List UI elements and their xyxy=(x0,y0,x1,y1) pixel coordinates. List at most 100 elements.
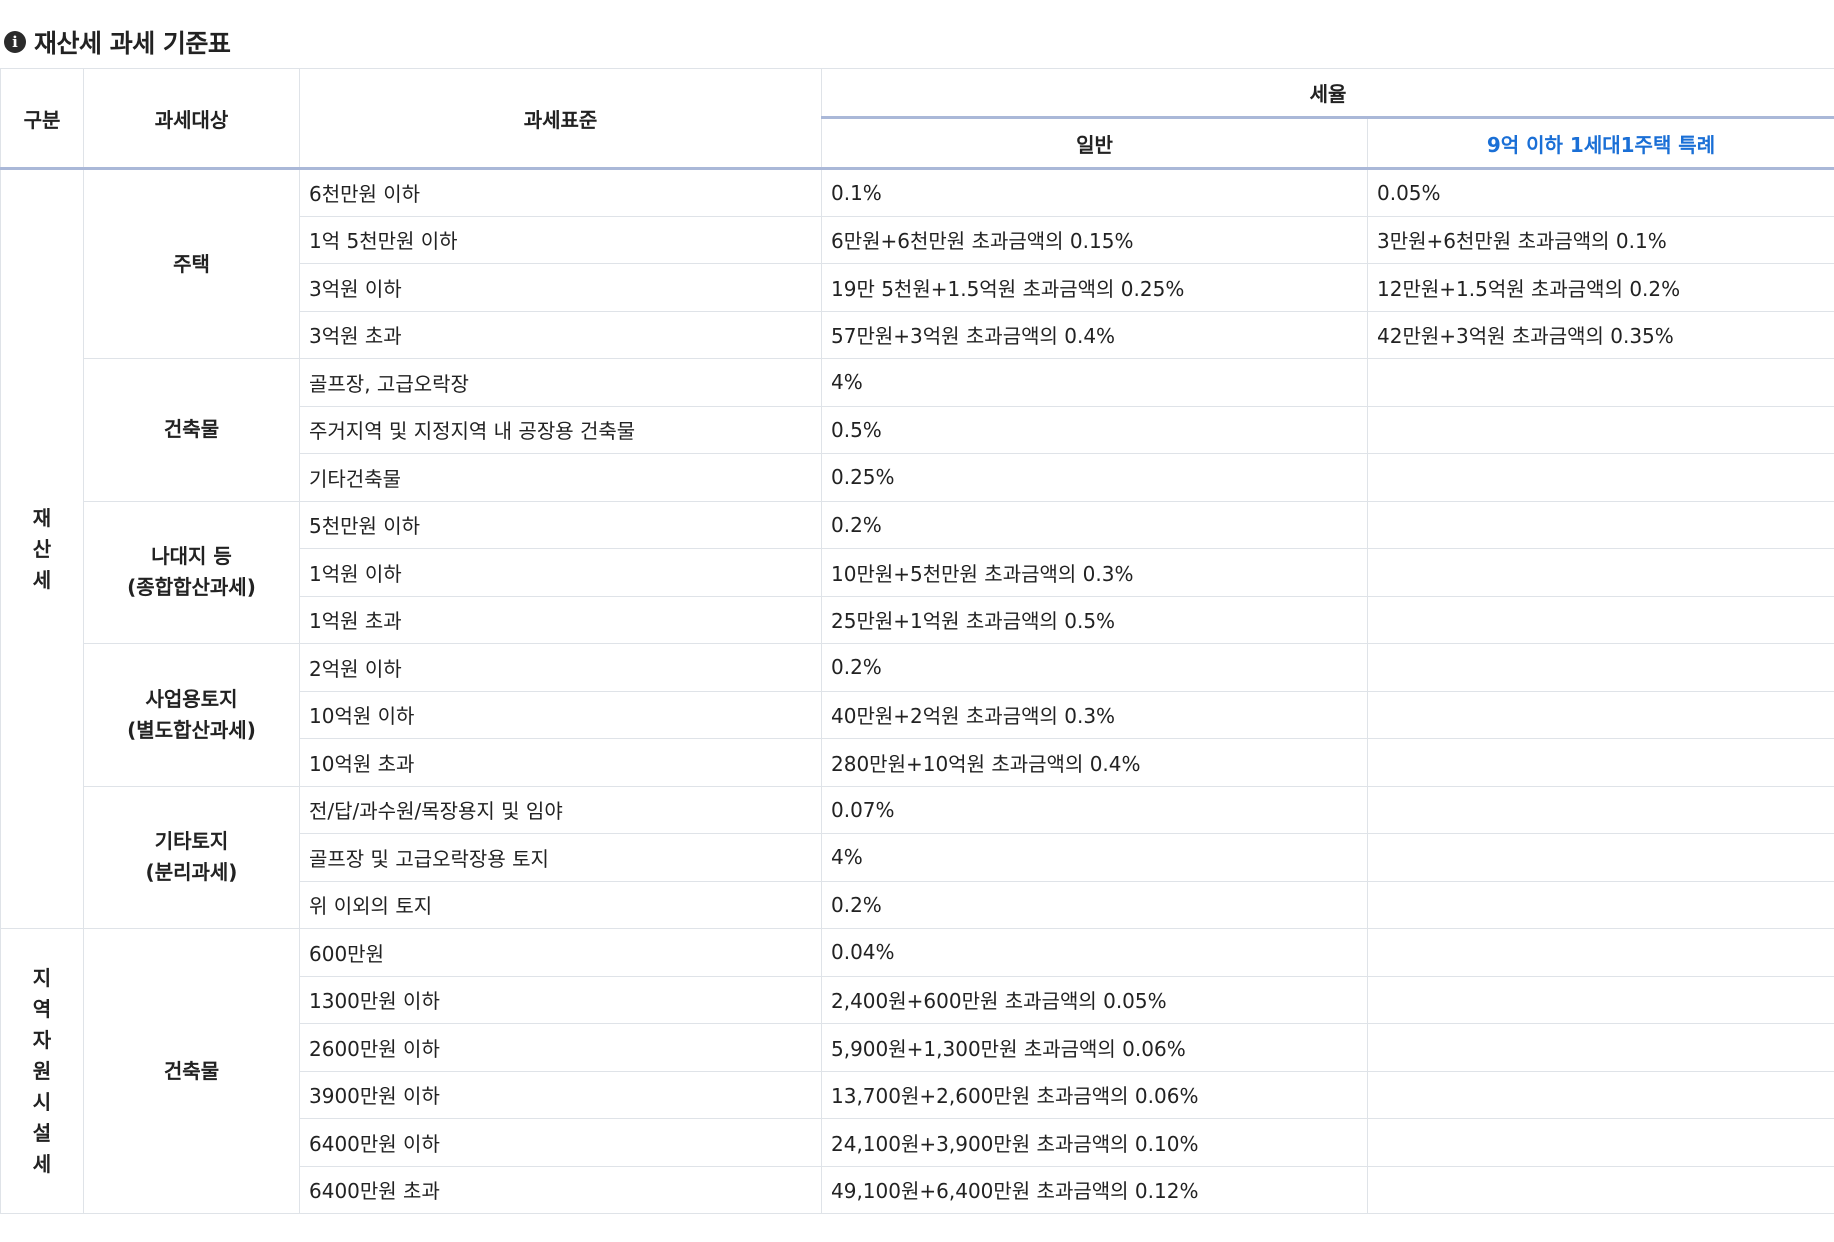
general-rate-cell: 25만원+1억원 초과금액의 0.5% xyxy=(821,595,1368,644)
standard-cell: 1억원 초과 xyxy=(299,595,822,644)
header-target: 과세대상 xyxy=(83,68,300,170)
special-rate-cell xyxy=(1367,453,1834,502)
standard-cell: 골프장, 고급오락장 xyxy=(299,358,822,407)
standard-cell: 600만원 xyxy=(299,928,822,977)
header-special: 9억 이하 1세대1주택 특례 xyxy=(1367,117,1834,170)
table-row: 지 역 자 원 시 설 세 건축물 600만원 0.04% xyxy=(0,928,1834,1214)
target-label-line: 사업용토지 xyxy=(145,686,238,711)
standard-cell: 3억원 이하 xyxy=(299,263,822,312)
page-title: i 재산세 과세 기준표 xyxy=(4,22,231,62)
general-rate-cell: 5,900원+1,300만원 초과금액의 0.06% xyxy=(821,1023,1368,1072)
general-rate-cell: 4% xyxy=(821,358,1368,407)
standard-cell: 5천만원 이하 xyxy=(299,500,822,549)
table-body: 재 산 세 주택 6천만원 이하 0.1% 0.05% 1억 5천만원 이하 6만원+6천만원 … xyxy=(0,168,1834,1214)
info-icon: i xyxy=(4,31,26,53)
standard-cell: 10억원 이하 xyxy=(299,690,822,739)
target-cell: 건축물 xyxy=(83,928,300,1214)
general-rate-cell: 280만원+10억원 초과금액의 0.4% xyxy=(821,738,1368,787)
special-rate-cell xyxy=(1367,358,1834,407)
special-rate-cell xyxy=(1367,738,1834,787)
target-cell: 건축물 xyxy=(83,358,300,502)
category-cell: 지역자원시설세 xyxy=(0,928,84,1214)
general-rate-cell: 0.07% xyxy=(821,785,1368,834)
special-rate-cell xyxy=(1367,785,1834,834)
table-header: 구분 과세대상 과세표준 세율 일반 9억 이하 1세대1주택 특례 xyxy=(0,68,1834,170)
special-rate-cell: 0.05% xyxy=(1367,168,1834,217)
special-rate-cell xyxy=(1367,975,1834,1024)
general-rate-cell: 0.2% xyxy=(821,500,1368,549)
table-row: 재 산 세 주택 6천만원 이하 0.1% 0.05% xyxy=(0,168,1834,929)
general-rate-cell: 0.2% xyxy=(821,880,1368,929)
standard-cell: 골프장 및 고급오락장용 토지 xyxy=(299,833,822,882)
target-label-line: 건축물 xyxy=(163,1058,220,1083)
special-rate-cell xyxy=(1367,928,1834,977)
special-rate-cell xyxy=(1367,500,1834,549)
header-rate: 세율 xyxy=(821,68,1834,119)
general-rate-cell: 0.25% xyxy=(821,453,1368,502)
special-rate-cell xyxy=(1367,1118,1834,1167)
standard-cell: 6400만원 이하 xyxy=(299,1118,822,1167)
special-rate-cell xyxy=(1367,643,1834,692)
target-cell: 주택 xyxy=(83,168,300,359)
general-rate-cell: 13,700원+2,600만원 초과금액의 0.06% xyxy=(821,1070,1368,1119)
general-rate-cell: 0.1% xyxy=(821,168,1368,217)
target-label-line: 주택 xyxy=(173,251,210,276)
general-rate-cell: 2,400원+600만원 초과금액의 0.05% xyxy=(821,975,1368,1024)
general-rate-cell: 0.5% xyxy=(821,405,1368,454)
general-rate-cell: 0.04% xyxy=(821,928,1368,977)
standard-cell: 기타건축물 xyxy=(299,453,822,502)
special-rate-cell: 3만원+6천만원 초과금액의 0.1% xyxy=(1367,215,1834,264)
standard-cell: 3900만원 이하 xyxy=(299,1070,822,1119)
standard-cell: 전/답/과수원/목장용지 및 임야 xyxy=(299,785,822,834)
table-row: 건축물 골프장, 고급오락장 4% xyxy=(1,358,1834,502)
target-label-line: 나대지 등 xyxy=(151,544,232,569)
special-rate-cell xyxy=(1367,595,1834,644)
target-label-line: (분리과세) xyxy=(145,860,238,885)
standard-cell: 1300만원 이하 xyxy=(299,975,822,1024)
target-label-line: (별도합산과세) xyxy=(127,717,256,742)
special-rate-cell xyxy=(1367,1023,1834,1072)
special-rate-cell xyxy=(1367,548,1834,597)
general-rate-cell: 19만 5천원+1.5억원 초과금액의 0.25% xyxy=(821,263,1368,312)
general-rate-cell: 40만원+2억원 초과금액의 0.3% xyxy=(821,690,1368,739)
special-rate-cell xyxy=(1367,1165,1834,1214)
standard-cell: 6400만원 초과 xyxy=(299,1165,822,1214)
special-rate-cell xyxy=(1367,690,1834,739)
header-standard: 과세표준 xyxy=(299,68,822,170)
special-rate-cell: 42만원+3억원 초과금액의 0.35% xyxy=(1367,310,1834,359)
special-rate-cell xyxy=(1367,1070,1834,1119)
standard-cell: 6천만원 이하 xyxy=(299,168,822,217)
general-rate-cell: 57만원+3억원 초과금액의 0.4% xyxy=(821,310,1368,359)
table-row: 나대지 등 (종합합산과세) 5천만원 이하 0.2% xyxy=(1,500,1834,644)
tax-table: 구분 과세대상 과세표준 세율 일반 9억 이하 1세대1주택 특례 재 산 세 주택… xyxy=(0,68,1834,1214)
standard-cell: 3억원 초과 xyxy=(299,310,822,359)
header-general: 일반 xyxy=(821,117,1368,170)
target-label-line: (종합합산과세) xyxy=(127,575,256,600)
general-rate-cell: 0.2% xyxy=(821,643,1368,692)
general-rate-cell: 4% xyxy=(821,833,1368,882)
category-cell: 재산세 xyxy=(0,168,84,929)
standard-cell: 1억원 이하 xyxy=(299,548,822,597)
target-label-line: 기타토지 xyxy=(154,829,229,854)
page-title-text: 재산세 과세 기준표 xyxy=(34,29,231,58)
target-cell: 나대지 등 (종합합산과세) xyxy=(83,500,300,644)
table-row: 기타토지 (분리과세) 전/답/과수원/목장용지 및 임야 0.07% xyxy=(1,785,1834,929)
standard-cell: 2600만원 이하 xyxy=(299,1023,822,1072)
target-cell: 사업용토지 (별도합산과세) xyxy=(83,643,300,787)
special-rate-cell xyxy=(1367,833,1834,882)
target-cell: 기타토지 (분리과세) xyxy=(83,785,300,929)
page: i 재산세 과세 기준표 구분 과세대상 과세표준 세율 일반 9억 이하 1세… xyxy=(0,0,1834,1242)
standard-cell: 10억원 초과 xyxy=(299,738,822,787)
general-rate-cell: 24,100원+3,900만원 초과금액의 0.10% xyxy=(821,1118,1368,1167)
standard-cell: 1억 5천만원 이하 xyxy=(299,215,822,264)
standard-cell: 주거지역 및 지정지역 내 공장용 건축물 xyxy=(299,405,822,454)
standard-cell: 위 이외의 토지 xyxy=(299,880,822,929)
standard-cell: 2억원 이하 xyxy=(299,643,822,692)
general-rate-cell: 6만원+6천만원 초과금액의 0.15% xyxy=(821,215,1368,264)
general-rate-cell: 10만원+5천만원 초과금액의 0.3% xyxy=(821,548,1368,597)
target-label-line: 건축물 xyxy=(163,417,220,442)
special-rate-cell xyxy=(1367,880,1834,929)
special-rate-cell: 12만원+1.5억원 초과금액의 0.2% xyxy=(1367,263,1834,312)
special-rate-cell xyxy=(1367,405,1834,454)
header-category: 구분 xyxy=(0,68,84,170)
